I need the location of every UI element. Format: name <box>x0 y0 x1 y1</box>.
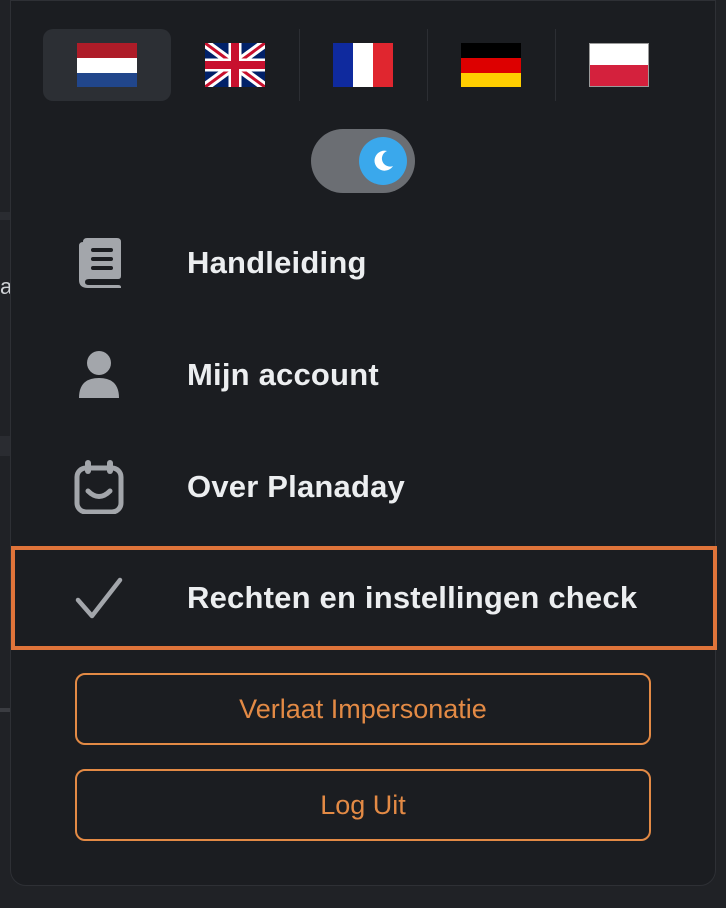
language-button-nl[interactable] <box>43 29 171 101</box>
language-button-en[interactable] <box>171 29 299 101</box>
language-button-de[interactable] <box>427 29 555 101</box>
menu-item-mijn-account[interactable]: Mijn account <box>11 323 717 427</box>
calendar-smile-icon <box>73 460 125 514</box>
menu-item-rechten-check[interactable]: Rechten en instellingen check <box>11 546 717 650</box>
moon-icon <box>374 150 393 171</box>
language-button-fr[interactable] <box>299 29 427 101</box>
language-button-pl[interactable] <box>555 29 683 101</box>
leave-impersonation-button[interactable]: Verlaat Impersonatie <box>75 673 651 745</box>
menu-item-label: Rechten en instellingen check <box>187 580 638 615</box>
menu-item-label: Mijn account <box>187 357 379 392</box>
menu-item-handleiding[interactable]: Handleiding <box>11 211 717 315</box>
check-icon <box>73 572 125 624</box>
book-icon <box>73 237 125 289</box>
menu-item-label: Handleiding <box>187 245 367 280</box>
flag-united-kingdom-icon <box>205 43 265 87</box>
menu-item-over-planaday[interactable]: Over Planaday <box>11 435 717 539</box>
language-selector <box>43 29 683 101</box>
user-menu-panel: Handleiding Mijn account Over Planaday R… <box>10 0 717 886</box>
dark-mode-toggle[interactable] <box>311 129 415 193</box>
logout-button[interactable]: Log Uit <box>75 769 651 841</box>
toggle-knob <box>359 137 407 185</box>
menu-item-label: Over Planaday <box>187 469 405 504</box>
flag-poland-icon <box>589 43 649 87</box>
flag-germany-icon <box>461 43 521 87</box>
flag-france-icon <box>333 43 393 87</box>
user-icon <box>73 349 125 401</box>
flag-netherlands-icon <box>77 43 137 87</box>
